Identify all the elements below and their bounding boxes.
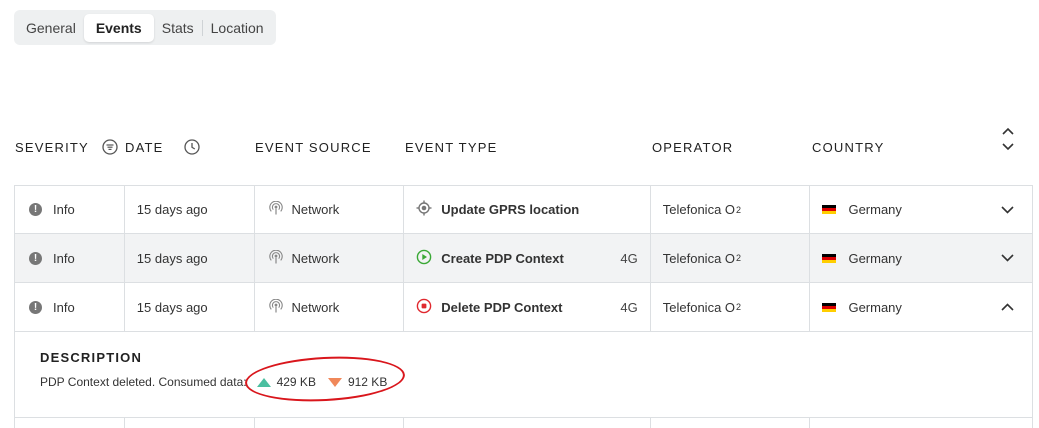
event-type-label: Delete PDP Context <box>441 299 563 315</box>
severity-label: Info <box>53 250 75 266</box>
chevron-down-icon[interactable] <box>1001 254 1014 262</box>
tab-bar: General Events Stats Location <box>14 10 276 45</box>
column-header-date[interactable]: DATE <box>125 140 164 155</box>
clock-icon[interactable] <box>184 139 200 160</box>
table-row[interactable]: ! Info 15 days ago Network Delete PDP Co… <box>14 283 1033 332</box>
tab-stats[interactable]: Stats <box>154 14 202 42</box>
germany-flag-icon <box>822 253 837 263</box>
operator-cell: Telefonica O2 <box>651 186 811 233</box>
source-label: Network <box>291 202 340 217</box>
source-cell: Network <box>255 186 405 233</box>
expand-collapse-all <box>998 124 1018 156</box>
description-text: PDP Context deleted. Consumed data: 429 … <box>40 375 387 389</box>
chevron-up-icon[interactable] <box>1002 127 1014 135</box>
event-type-cell: Delete PDP Context 4G <box>404 283 651 331</box>
source-cell: Network <box>255 283 405 331</box>
date-cell: 15 days ago <box>125 186 255 233</box>
download-amount: 912 KB <box>347 375 388 389</box>
operator-superscript: 2 <box>736 253 742 263</box>
event-type-label: Create PDP Context <box>441 250 564 266</box>
info-icon: ! <box>29 251 42 265</box>
operator-label: Telefonica O <box>662 299 736 315</box>
tab-events[interactable]: Events <box>83 13 154 42</box>
country-label: Germany <box>848 299 902 315</box>
country-cell: Germany <box>810 283 1032 331</box>
next-row-stub <box>14 418 1033 428</box>
column-header-operator[interactable]: OPERATOR <box>652 140 733 155</box>
severity-cell: ! Info <box>15 283 125 331</box>
table-row[interactable]: ! Info 15 days ago Network Create PDP Co… <box>14 234 1033 283</box>
antenna-icon <box>268 298 283 316</box>
severity-cell: ! Info <box>15 186 125 233</box>
operator-label: Telefonica O <box>662 250 736 266</box>
country-label: Germany <box>848 202 902 217</box>
info-icon: ! <box>29 300 42 314</box>
antenna-icon <box>268 249 283 267</box>
column-header-event-type[interactable]: EVENT TYPE <box>405 140 497 155</box>
operator-cell: Telefonica O2 <box>651 283 811 331</box>
events-table: ! Info 15 days ago Network Update GPRS l… <box>14 185 1033 428</box>
table-row[interactable]: ! Info 15 days ago Network Update GPRS l… <box>14 185 1033 234</box>
event-detail-panel: DESCRIPTION PDP Context deleted. Consume… <box>14 332 1033 418</box>
tab-location[interactable]: Location <box>203 14 272 42</box>
upload-arrow-icon <box>256 377 271 387</box>
column-header-event-source[interactable]: EVENT SOURCE <box>255 140 372 155</box>
event-type-cell: Update GPRS location <box>404 186 651 233</box>
date-label: 15 days ago <box>136 250 208 266</box>
column-header-country[interactable]: COUNTRY <box>812 140 884 155</box>
germany-flag-icon <box>822 302 837 312</box>
tab-general[interactable]: General <box>18 14 84 42</box>
severity-cell: ! Info <box>15 234 125 282</box>
network-tech-badge: 4G <box>620 299 638 315</box>
date-cell: 15 days ago <box>125 234 255 282</box>
date-label: 15 days ago <box>136 202 208 217</box>
operator-cell: Telefonica O2 <box>651 234 811 282</box>
operator-label: Telefonica O <box>662 202 736 217</box>
column-header-severity[interactable]: SEVERITY <box>15 140 89 155</box>
filter-list-icon[interactable] <box>102 139 118 160</box>
date-label: 15 days ago <box>136 299 208 315</box>
severity-label: Info <box>53 299 75 315</box>
antenna-icon <box>268 200 283 218</box>
info-icon: ! <box>29 203 42 216</box>
upload-amount: 429 KB <box>276 375 316 389</box>
chevron-up-icon[interactable] <box>1001 303 1014 311</box>
country-label: Germany <box>848 250 902 266</box>
stop-circle-icon <box>416 298 432 317</box>
description-body: PDP Context deleted. Consumed data: <box>40 375 247 389</box>
event-type-cell: Create PDP Context 4G <box>404 234 651 282</box>
network-tech-badge: 4G <box>620 250 638 266</box>
target-icon <box>416 200 432 219</box>
severity-label: Info <box>53 202 75 217</box>
description-heading: DESCRIPTION <box>40 350 143 365</box>
operator-superscript: 2 <box>736 302 742 312</box>
chevron-down-icon[interactable] <box>1001 205 1014 214</box>
germany-flag-icon <box>822 205 837 214</box>
event-type-label: Update GPRS location <box>441 202 580 217</box>
source-label: Network <box>291 299 340 315</box>
operator-superscript: 2 <box>736 204 742 215</box>
date-cell: 15 days ago <box>125 283 255 331</box>
chevron-down-icon[interactable] <box>1002 143 1014 151</box>
source-cell: Network <box>255 234 405 282</box>
play-circle-icon <box>416 249 432 268</box>
download-arrow-icon <box>327 377 342 387</box>
country-cell: Germany <box>810 234 1032 282</box>
country-cell: Germany <box>810 186 1032 233</box>
source-label: Network <box>291 250 340 266</box>
